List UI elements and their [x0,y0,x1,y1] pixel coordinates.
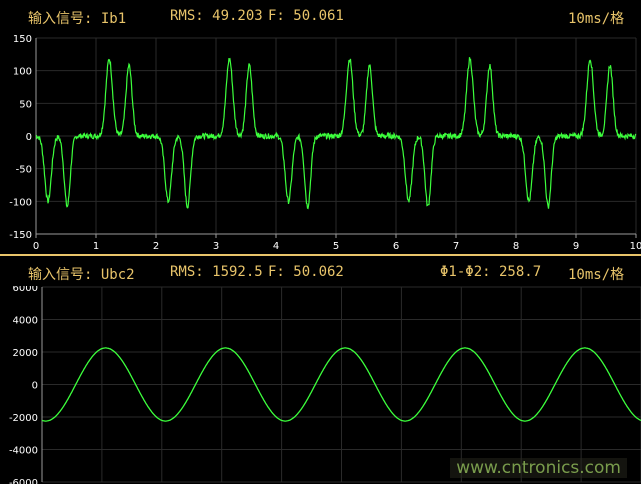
y-tick-label: 4000 [13,316,38,327]
x-tick-label: 6 [393,241,399,252]
voltage-waveform-panel: 6000 4000 2000 0 -2000 -4000 -6000 输入信号: Ubc2 … [0,256,641,484]
x-tick-label: 0 [33,241,39,252]
current-waveform-panel: 150 100 50 0 -50 -100 -150 0 1 2 3 4 5 6 7 8 9 10 输入信号: I… [0,0,641,256]
y-tick-label: 50 [19,99,32,110]
frequency-readout: F: 50.061 [268,8,344,24]
y-tick-label: -2000 [9,413,38,424]
y-tick-label: 150 [13,34,32,45]
x-tick-label: 7 [453,241,459,252]
x-tick-label: 8 [513,241,519,252]
x-tick-label: 5 [333,241,339,252]
y-tick-label: 0 [32,381,38,392]
frequency-readout: F: 50.062 [268,264,344,280]
y-tick-label: -100 [9,197,32,208]
voltage-waveform-chart: 6000400020000-2000-4000-6000 [9,283,641,484]
rms-readout: RMS: 49.203 [170,8,263,24]
y-tick-label: 100 [13,67,32,78]
x-tick-label: 4 [273,241,279,252]
x-tick-label: 1 [93,241,99,252]
x-tick-label: 3 [213,241,219,252]
rms-readout: RMS: 1592.5 [170,264,263,280]
y-tick-label: -150 [9,230,32,241]
y-tick-label: -4000 [9,446,38,457]
timebase-readout: 10ms/格 [568,267,625,283]
current-panel-header: 输入信号: Ib1 RMS: 49.203 F: 50.061 10ms/格 [0,0,641,30]
y-tick-label: 0 [26,132,32,143]
voltage-panel-header: 输入信号: Ubc2 RMS: 1592.5 F: 50.062 Φ1-Φ2: … [0,256,641,286]
y-tick-label: 2000 [13,348,38,359]
timebase-readout: 10ms/格 [568,11,625,27]
y-tick-label: -6000 [9,478,38,484]
x-tick-label: 2 [153,241,159,252]
signal-label: 输入信号: Ib1 [28,11,127,27]
x-tick-label: 9 [573,241,579,252]
x-tick-label: 10 [630,241,641,252]
signal-label: 输入信号: Ubc2 [28,267,135,283]
watermark: www.cntronics.com [450,458,627,478]
y-tick-label: -50 [16,165,32,176]
current-waveform-chart: 150100500-50-100-1500 1 2 3 4 5 6 7 8 9 10 [9,34,641,252]
phase-readout: Φ1-Φ2: 258.7 [440,264,542,280]
